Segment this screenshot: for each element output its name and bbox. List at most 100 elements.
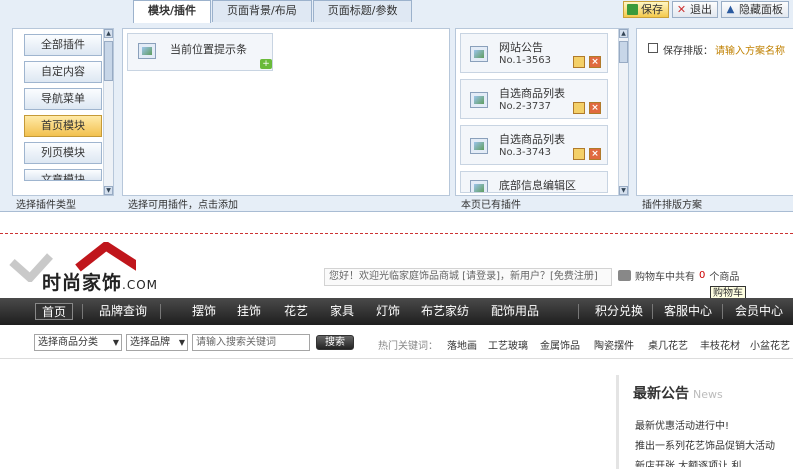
tab-page-background-layout[interactable]: 页面背景/布局 — [212, 0, 312, 22]
used-caption: 本页已有插件 — [461, 200, 521, 211]
scheme-caption: 插件排版方案 — [642, 200, 702, 211]
nav-member[interactable]: 会员中心 — [735, 303, 783, 320]
nav-textile[interactable]: 布艺家纺 — [421, 303, 469, 320]
nav-accessories[interactable]: 配饰用品 — [491, 303, 539, 320]
scroll-down-icon[interactable]: ▼ — [619, 186, 628, 195]
plugin-type-custom[interactable]: 自定内容 — [24, 61, 102, 83]
used-plugin-name: 自选商品列表 — [499, 87, 565, 100]
news-title-text: 最新公告 — [633, 386, 689, 402]
edit-icon[interactable] — [573, 102, 585, 114]
cart-summary[interactable]: 购物车中共有 0 个商品 — [618, 268, 739, 283]
template-editor-panel: 模块/插件 页面背景/布局 页面标题/参数 保存 ✕ 退出 ▲ 隐藏面板 全部插… — [0, 0, 793, 212]
used-plugin-item[interactable]: 网站公告 No.1-3563 × — [460, 33, 608, 73]
plugin-thumbnail-icon — [138, 43, 156, 59]
nav-service[interactable]: 客服中心 — [664, 303, 712, 320]
plugin-type-list: 全部插件 自定内容 导航菜单 首页模块 列页模块 文章模块 ▲ ▼ — [12, 28, 114, 196]
hot-keyword[interactable]: 金属饰品 — [540, 337, 580, 352]
hot-keyword[interactable]: 陶瓷摆件 — [594, 337, 634, 352]
nav-lamps[interactable]: 灯饰 — [376, 303, 400, 320]
available-caption: 选择可用插件，点击添加 — [128, 200, 238, 211]
plugin-thumbnail-icon — [470, 46, 488, 62]
hot-keyword[interactable]: 小盆花艺 — [750, 337, 790, 352]
edit-icon[interactable] — [573, 56, 585, 68]
nav-hanging[interactable]: 挂饰 — [237, 303, 261, 320]
nav-points[interactable]: 积分兑换 — [595, 303, 643, 320]
news-title-en: News — [693, 388, 723, 401]
used-plugin-no: No.1-3563 — [499, 55, 552, 66]
used-plugin-name: 底部信息编辑区 — [499, 179, 576, 192]
news-panel: 最新公告 News 最新优惠活动进行中! 推出一系列花艺饰品促销大活动 新店开张 … — [616, 375, 793, 469]
available-plugin-area: 当前位置提示条 + — [122, 28, 450, 196]
nav-ornament[interactable]: 摆饰 — [192, 303, 216, 320]
plugin-type-home[interactable]: 首页模块 — [24, 115, 102, 137]
news-item[interactable]: 最新优惠活动进行中! — [635, 417, 729, 432]
save-button[interactable]: 保存 — [623, 1, 669, 18]
plugin-type-scrollbar[interactable]: ▲ ▼ — [103, 29, 113, 195]
welcome-bar[interactable]: 您好！欢迎光临家庭饰品商城 [请登录]，新用户？[免费注册] — [324, 268, 612, 286]
tab-page-title-params[interactable]: 页面标题/参数 — [312, 0, 413, 22]
used-plugin-item[interactable]: 自选商品列表 No.3-3743 × — [460, 125, 608, 165]
nav-furniture[interactable]: 家具 — [330, 303, 354, 320]
nav-home[interactable]: 首页 — [35, 303, 74, 320]
scheme-name-input[interactable]: 请输入方案名称 — [715, 42, 785, 57]
brand-select[interactable]: 选择品牌 ▼ — [126, 334, 188, 351]
nav-brand[interactable]: 品牌查询 — [99, 303, 147, 320]
used-plugin-item[interactable]: 自选商品列表 No.2-3737 × — [460, 79, 608, 119]
exit-button[interactable]: ✕ 退出 — [672, 1, 718, 18]
save-button-label: 保存 — [641, 3, 663, 16]
category-select[interactable]: 选择商品分类 ▼ — [34, 334, 122, 351]
used-plugin-no: No.3-3743 — [499, 147, 552, 158]
chevron-down-icon: ▼ — [112, 338, 119, 347]
available-plugin-card[interactable]: 当前位置提示条 + — [127, 33, 273, 71]
nav-separator — [160, 304, 161, 319]
scroll-thumb[interactable] — [619, 41, 628, 63]
hot-keyword[interactable]: 工艺玻璃 — [488, 337, 528, 352]
cart-count: 0 — [699, 270, 706, 281]
delete-icon[interactable]: × — [589, 56, 601, 68]
scroll-up-icon[interactable]: ▲ — [619, 29, 628, 38]
used-plugin-item[interactable]: 底部信息编辑区 — [460, 171, 608, 193]
news-item[interactable]: 推出一系列花艺饰品促销大活动 — [635, 437, 775, 452]
hot-keyword[interactable]: 丰枝花材 — [700, 337, 740, 352]
category-select-value: 选择商品分类 — [38, 337, 98, 348]
search-input[interactable]: 请输入搜索关键词 — [192, 334, 310, 351]
search-row: 选择商品分类 ▼ 选择品牌 ▼ 请输入搜索关键词 搜索 热门关键词： 落地画 工艺玻… — [0, 332, 793, 354]
plugin-thumbnail-icon — [470, 92, 488, 108]
main-nav: 首页 品牌查询 摆饰 挂饰 花艺 家具 灯饰 布艺家纺 配饰用品 积分兑换 客服… — [0, 298, 793, 325]
nav-separator — [652, 304, 653, 319]
plugin-type-list-page[interactable]: 列页模块 — [24, 142, 102, 164]
hide-panel-button[interactable]: ▲ 隐藏面板 — [721, 1, 789, 18]
arrow-up-icon: ▲ — [726, 4, 735, 15]
layout-scheme-area: 保存排版： 请输入方案名称 — [636, 28, 793, 196]
plugin-type-nav[interactable]: 导航菜单 — [24, 88, 102, 110]
delete-icon[interactable]: × — [589, 102, 601, 114]
edit-icon[interactable] — [573, 148, 585, 160]
plugin-type-article[interactable]: 文章模块 — [24, 169, 102, 181]
save-scheme-checkbox[interactable] — [648, 43, 658, 53]
scroll-thumb[interactable] — [104, 41, 113, 81]
editor-tabs: 模块/插件 页面背景/布局 页面标题/参数 — [133, 0, 413, 23]
search-button[interactable]: 搜索 — [316, 335, 354, 350]
news-item[interactable]: 新店开张 大额逐项让 利... — [635, 457, 751, 467]
tab-modules-plugins[interactable]: 模块/插件 — [133, 0, 212, 23]
used-plugin-scrollbar[interactable]: ▲ ▼ — [618, 29, 628, 195]
used-plugin-name: 自选商品列表 — [499, 133, 565, 146]
scroll-down-icon[interactable]: ▼ — [104, 186, 113, 195]
region-divider — [0, 233, 793, 234]
plugin-type-all[interactable]: 全部插件 — [24, 34, 102, 56]
hot-keywords-label: 热门关键词： — [378, 341, 438, 352]
site-logo-text[interactable]: 时尚家饰.COM — [42, 268, 158, 295]
delete-icon[interactable]: × — [589, 148, 601, 160]
add-plugin-icon[interactable]: + — [260, 59, 272, 69]
hot-keyword[interactable]: 桌几花艺 — [648, 337, 688, 352]
brand-select-value: 选择品牌 — [130, 337, 170, 348]
logo-text: 时尚家饰 — [42, 272, 123, 294]
nav-floral[interactable]: 花艺 — [284, 303, 308, 320]
close-icon: ✕ — [676, 3, 687, 16]
plugin-type-caption: 选择插件类型 — [16, 200, 76, 211]
news-title: 最新公告 News — [633, 383, 723, 403]
scroll-up-icon[interactable]: ▲ — [104, 29, 113, 38]
hot-keyword[interactable]: 落地画 — [447, 337, 477, 352]
cart-unit: 个商品 — [709, 272, 740, 283]
cart-icon — [618, 270, 631, 281]
